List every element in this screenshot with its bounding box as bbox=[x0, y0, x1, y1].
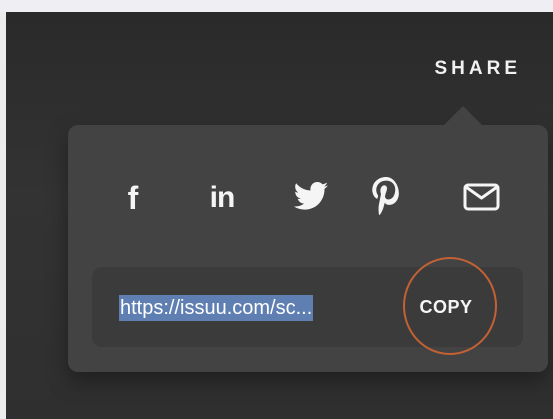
pinterest-share-button[interactable] bbox=[362, 172, 410, 222]
share-panel: SHARE f in https://issuu.com/sc... COPY bbox=[0, 12, 553, 419]
share-link-bar: https://issuu.com/sc... COPY bbox=[92, 267, 523, 347]
facebook-share-button[interactable]: f bbox=[109, 172, 157, 222]
social-share-row: f in bbox=[68, 172, 548, 222]
facebook-icon: f bbox=[127, 180, 139, 216]
linkedin-icon: in bbox=[209, 181, 236, 214]
email-icon bbox=[463, 183, 499, 211]
twitter-icon bbox=[293, 181, 329, 210]
share-label[interactable]: SHARE bbox=[434, 58, 521, 80]
share-link-field[interactable]: https://issuu.com/sc... bbox=[119, 295, 314, 321]
email-share-button[interactable] bbox=[457, 172, 505, 222]
share-popover: f in https://issuu.com/sc... COPY bbox=[68, 106, 548, 372]
linkedin-share-button[interactable]: in bbox=[198, 172, 246, 222]
pinterest-icon bbox=[372, 177, 399, 215]
left-edge bbox=[0, 12, 6, 419]
twitter-share-button[interactable] bbox=[287, 172, 335, 222]
copy-link-button[interactable]: COPY bbox=[399, 279, 493, 335]
popover-caret bbox=[444, 106, 482, 125]
